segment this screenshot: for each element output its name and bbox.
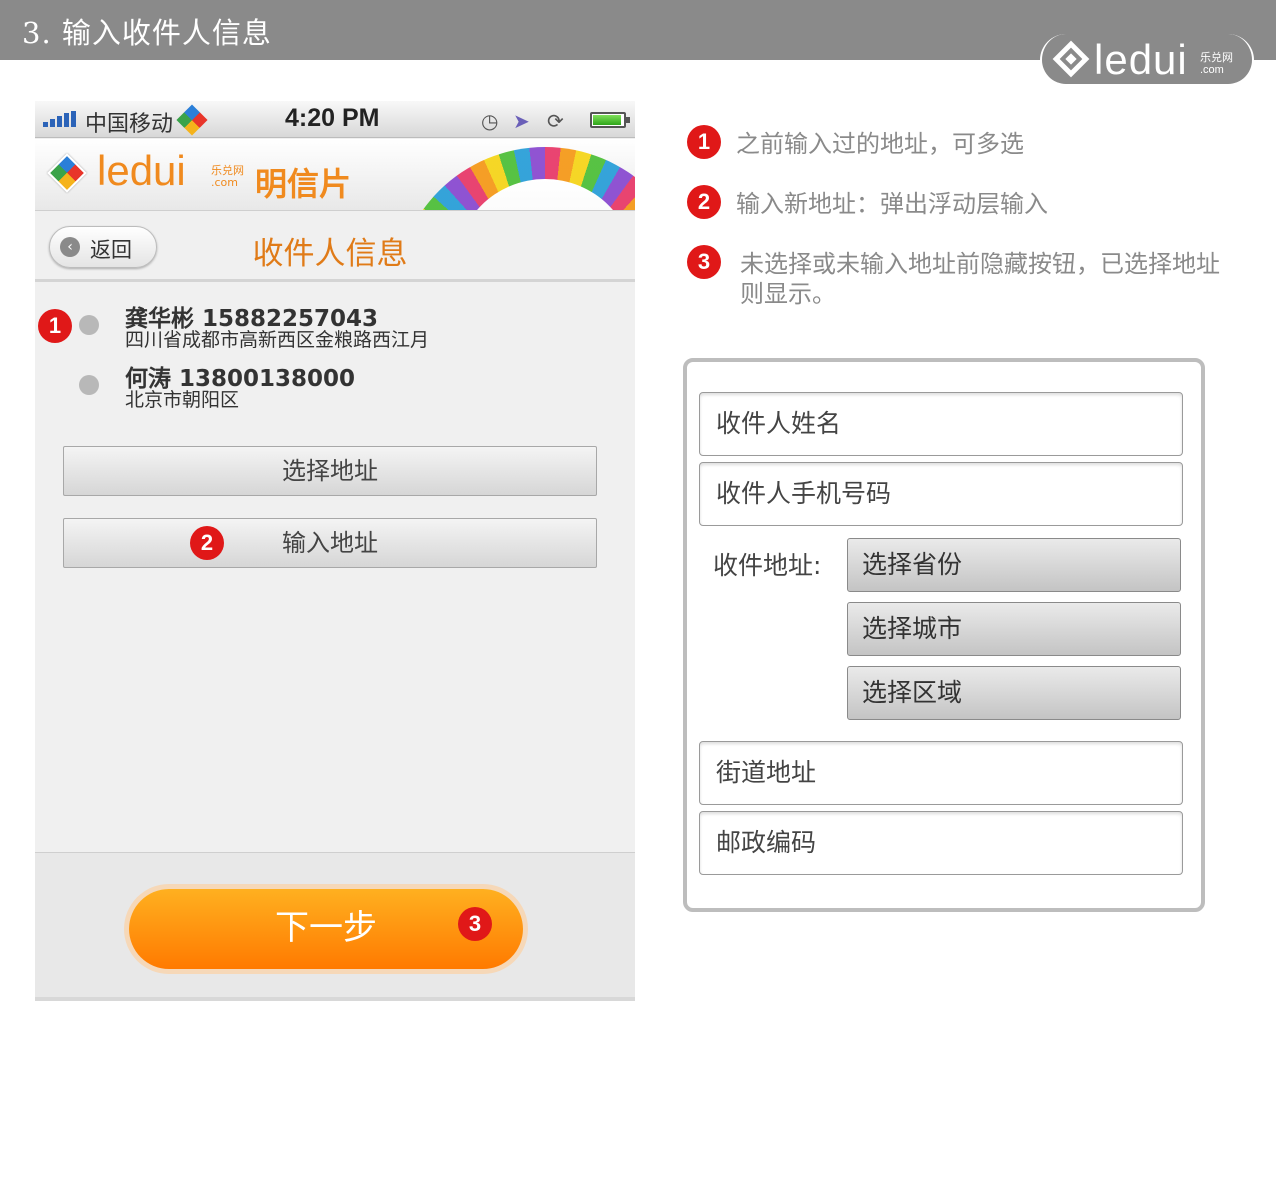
carrier-logo-icon	[176, 104, 208, 136]
app-logo-sub: 乐兑网 .com	[211, 165, 244, 189]
city-select[interactable]: 选择城市	[847, 602, 1181, 656]
note-3: 未选择或未输入地址前隐藏按钮，已选择地址	[740, 250, 1220, 278]
app-logo-text: ledui	[97, 147, 186, 194]
address-line-2: 北京市朝阳区	[125, 389, 240, 411]
rotation-lock-icon: ⟳	[547, 109, 564, 133]
carrier-name: 中国移动	[85, 112, 174, 137]
brand-name: ledui	[1094, 36, 1188, 83]
address-radio-1[interactable]	[79, 315, 99, 335]
recipient-phone-field[interactable]: 收件人手机号码	[699, 462, 1183, 526]
battery-icon	[590, 112, 630, 128]
recipient-name-field[interactable]: 收件人姓名	[699, 392, 1183, 456]
app-header: ledui 乐兑网 .com 明信片	[35, 139, 635, 211]
annotation-badge-3: 3	[458, 907, 492, 941]
province-select[interactable]: 选择省份	[847, 538, 1181, 592]
address-radio-2[interactable]	[79, 375, 99, 395]
note-badge-3: 3	[687, 245, 721, 279]
brand-sub: 乐兑网 .com	[1200, 52, 1233, 76]
address-line-1: 四川省成都市高新西区金粮路西江月	[125, 329, 430, 351]
app-logo-sub-bottom: .com	[211, 176, 238, 189]
note-1: 之前输入过的地址，可多选	[736, 130, 1024, 158]
brand-sub-bottom: .com	[1200, 64, 1224, 76]
postcode-field[interactable]: 邮政编码	[699, 811, 1183, 875]
note-2: 输入新地址：弹出浮动层输入	[736, 190, 1048, 218]
select-address-button[interactable]: 选择地址	[63, 446, 597, 496]
next-step-label: 下一步	[275, 908, 377, 948]
back-label: 返回	[90, 238, 132, 262]
back-button[interactable]: ‹ 返回	[49, 226, 157, 268]
note-3-cont: 则显示。	[740, 280, 836, 308]
app-product-name: 明信片	[255, 165, 352, 203]
address-label: 收件地址:	[713, 551, 822, 580]
district-select[interactable]: 选择区域	[847, 666, 1181, 720]
phone-footer: 下一步	[35, 852, 635, 997]
section-title: 3. 输入收件人信息	[22, 16, 272, 50]
status-time: 4:20 PM	[285, 104, 380, 132]
chevron-left-icon: ‹	[60, 237, 80, 257]
brand-sub-top: 乐兑网	[1200, 52, 1233, 64]
nav-bar: 收件人信息 ‹ 返回	[35, 212, 635, 282]
street-address-field[interactable]: 街道地址	[699, 741, 1183, 805]
annotation-badge-2: 2	[190, 526, 224, 560]
input-address-button[interactable]: 输入地址	[63, 518, 597, 568]
note-badge-1: 1	[687, 125, 721, 159]
note-badge-2: 2	[687, 185, 721, 219]
location-arrow-icon: ➤	[513, 109, 530, 133]
annotation-badge-1: 1	[38, 309, 72, 343]
phone-screen: 中国移动 4:20 PM ◷ ➤ ⟳ ledui 乐兑网 .com 明信片 收件…	[35, 101, 635, 1001]
signal-icon	[43, 111, 77, 127]
clock-icon: ◷	[481, 109, 499, 133]
status-bar: 中国移动 4:20 PM ◷ ➤ ⟳	[35, 101, 635, 138]
address-form-panel: 收件人姓名 收件人手机号码 收件地址: 选择省份 选择城市 选择区域 街道地址 …	[683, 358, 1205, 912]
ledui-logo-icon	[47, 153, 87, 193]
